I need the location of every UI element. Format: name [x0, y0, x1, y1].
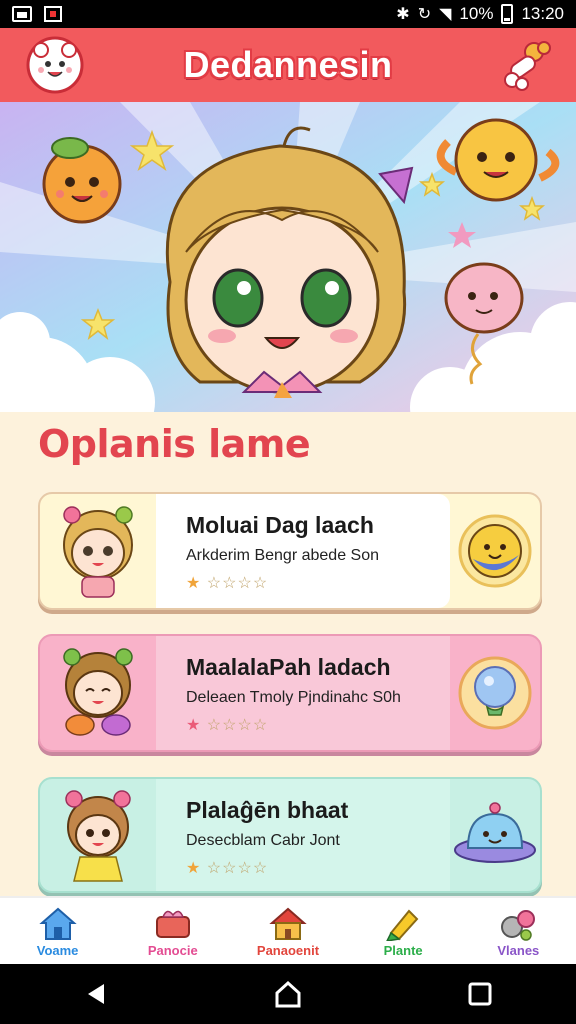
- house-icon: [269, 907, 307, 940]
- system-recents-button[interactable]: [450, 974, 510, 1014]
- home-icon: [38, 907, 77, 940]
- nav-label: Voame: [36, 942, 79, 958]
- mascot-logo-icon[interactable]: [26, 36, 84, 94]
- image-notification-icon: [12, 6, 32, 22]
- nav-item-treats[interactable]: Panocie: [123, 905, 223, 958]
- flag-notification-icon: [44, 6, 62, 22]
- star-filled-icon: ★: [186, 575, 202, 592]
- card-badge: [450, 636, 540, 750]
- battery-icon: [501, 4, 514, 24]
- nav-label: Panaoenit: [256, 942, 320, 958]
- system-home-button[interactable]: [258, 974, 318, 1014]
- rating-stars: ★ ☆☆☆☆: [186, 573, 450, 593]
- nav-item-house[interactable]: Panaoenit: [238, 905, 338, 958]
- star-empty-icon: ☆☆☆☆: [206, 575, 269, 592]
- card-avatar: [40, 636, 156, 750]
- card-avatar: [40, 494, 156, 608]
- sync-icon: ↻: [417, 6, 432, 23]
- list-card[interactable]: MaalalaPah ladach Deleaen Tmoly Pjndinah…: [38, 634, 542, 752]
- system-navigation-bar: [0, 964, 576, 1024]
- star-empty-icon: ☆☆☆☆: [206, 860, 269, 877]
- bone-menu-icon[interactable]: [500, 38, 552, 92]
- card-title: Moluai Dag laach: [186, 512, 374, 538]
- battery-percentage: 10%: [459, 4, 494, 23]
- system-back-button[interactable]: [66, 974, 126, 1014]
- hero-character-illustration: [0, 102, 576, 412]
- girl-avatar-icon: [63, 506, 133, 598]
- recents-icon: [468, 982, 492, 1006]
- rating-stars: ★ ☆☆☆☆: [186, 858, 450, 878]
- home-circle-icon: [275, 980, 301, 1008]
- card-avatar: [40, 779, 156, 891]
- nav-label: Vlanes: [497, 942, 540, 958]
- section-title: Oplanis lame: [38, 422, 311, 466]
- girl-with-fruit-avatar-icon: [63, 648, 133, 736]
- card-title: Plalaĝēn bhaat: [186, 797, 349, 823]
- card-subtitle: Desecblam Cabr Jont: [186, 832, 340, 849]
- nav-label: Plante: [383, 942, 423, 958]
- card-title: MaalalaPah ladach: [186, 654, 391, 680]
- status-bar: ✱ ↻ ◥ 10% 13:20: [0, 0, 576, 28]
- nav-item-home[interactable]: Voame: [8, 905, 108, 958]
- star-filled-icon: ★: [186, 717, 202, 734]
- star-filled-icon: ★: [186, 860, 202, 877]
- critters-icon: [501, 909, 536, 941]
- crystal-ball-icon: [458, 656, 532, 730]
- card-subtitle: Arkderim Bengr abede Son: [186, 547, 379, 564]
- card-badge: [450, 494, 540, 608]
- ufo-jelly-icon: [454, 802, 536, 863]
- star-empty-icon: ☆☆☆☆: [206, 717, 269, 734]
- nav-item-plante[interactable]: Plante: [353, 905, 453, 958]
- moon-smile-icon: [458, 514, 532, 588]
- bluetooth-icon: ✱: [396, 6, 410, 23]
- crayon-icon: [386, 909, 419, 941]
- rating-stars: ★ ☆☆☆☆: [186, 715, 450, 735]
- clock: 13:20: [521, 4, 564, 23]
- app-header: Dedannesin: [0, 28, 576, 102]
- back-icon: [88, 984, 104, 1004]
- treat-box-icon: [155, 910, 190, 938]
- nav-label: Panocie: [147, 942, 198, 958]
- bottom-navigation: Voame Panocie Panaoenit Plante Vlanes: [0, 896, 576, 964]
- list-card[interactable]: Moluai Dag laach Arkderim Bengr abede So…: [38, 492, 542, 610]
- list-card[interactable]: Plalaĝēn bhaat Desecblam Cabr Jont ★ ☆☆☆…: [38, 777, 542, 893]
- card-subtitle: Deleaen Tmoly Pjndinahc S0h: [186, 689, 401, 706]
- girl-waving-avatar-icon: [65, 790, 131, 882]
- app-title: Dedannesin: [183, 44, 393, 85]
- nav-item-vlanes[interactable]: Vlanes: [468, 905, 568, 958]
- card-badge: [450, 779, 540, 891]
- wifi-icon: ◥: [439, 6, 452, 23]
